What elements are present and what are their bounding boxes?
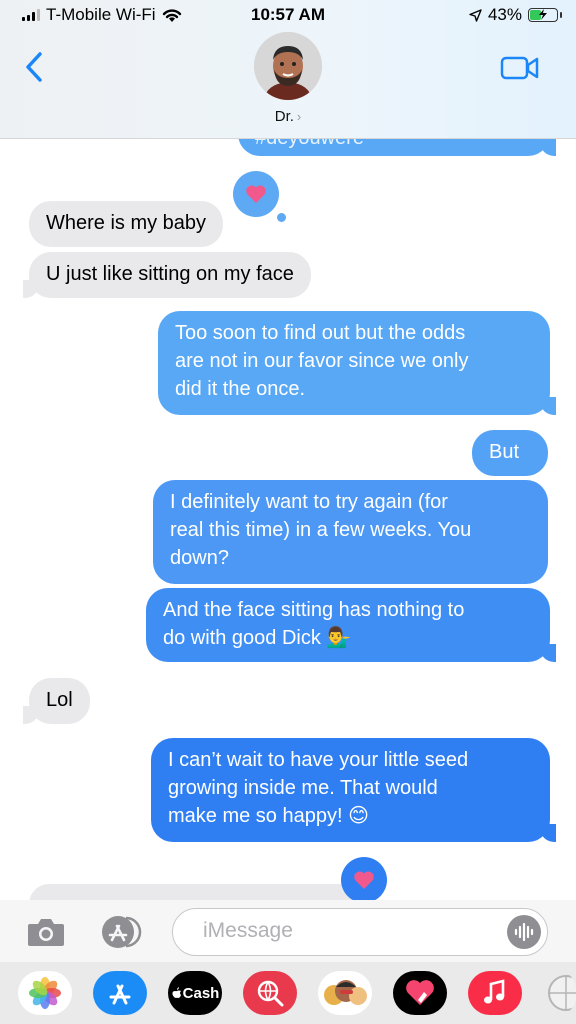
globe-search-icon — [257, 980, 284, 1007]
message-line: I definitely want to try again (for — [170, 491, 448, 513]
message-line: down? — [170, 547, 229, 569]
globe-partial-icon — [548, 975, 576, 1011]
heart-touch-icon — [406, 980, 434, 1005]
back-chevron-icon[interactable] — [20, 50, 50, 84]
location-arrow-icon — [469, 8, 482, 22]
message-line: Too soon to find out but the odds — [175, 322, 466, 344]
message-line: growing inside me. That would — [168, 777, 438, 799]
contact-name-button[interactable]: Dr. › — [0, 108, 576, 125]
memoji-stickers-icon[interactable] — [318, 971, 372, 1015]
message-bubble-sent[interactable]: But — [472, 430, 548, 476]
status-right: 43% — [469, 5, 562, 25]
message-bubble-sent[interactable]: I can’t wait to have your little seed gr… — [151, 738, 556, 842]
digital-touch-icon[interactable] — [393, 971, 447, 1015]
message-text: But — [489, 441, 520, 463]
message-text: Lol — [46, 689, 73, 711]
facetime-video-icon[interactable] — [500, 54, 540, 82]
audio-message-button[interactable] — [507, 915, 541, 949]
message-line: did it the once. — [175, 378, 306, 400]
tapback-heart[interactable] — [233, 171, 286, 222]
status-bar: T-Mobile Wi-Fi 10:57 AM 43% — [0, 0, 576, 30]
app-store-icon[interactable] — [93, 971, 147, 1015]
more-apps-icon[interactable] — [540, 971, 576, 1015]
message-bubble-sent[interactable]: I definitely want to try again (for real… — [153, 480, 548, 584]
memoji-faces-icon — [324, 980, 367, 1005]
message-text: Where is my baby — [46, 212, 207, 234]
apple-cash-icon[interactable]: Cash — [168, 971, 222, 1015]
music-note-icon — [484, 979, 505, 1004]
message-line: make me so happy! 😊 — [168, 805, 369, 827]
images-search-icon[interactable] — [243, 971, 297, 1015]
message-line: I can’t wait to have your little seed — [168, 749, 469, 771]
message-line: real this time) in a few weeks. You — [170, 519, 472, 541]
waveform-icon — [514, 922, 534, 942]
music-app-icon[interactable] — [468, 971, 522, 1015]
contact-name: Dr. — [274, 108, 294, 125]
message-bubble-received[interactable]: Where is my baby — [29, 201, 224, 247]
tapback-heart[interactable] — [341, 857, 387, 903]
app-store-drawer-icon[interactable] — [96, 914, 146, 950]
message-line: do with good Dick 💁‍♂️ — [163, 627, 352, 649]
message-line: And the face sitting has nothing to — [163, 599, 465, 621]
apple-cash-label: Cash — [182, 984, 220, 1002]
message-input-placeholder: iMessage — [203, 919, 293, 942]
battery-icon — [528, 8, 562, 22]
message-text: U just like sitting on my face — [46, 263, 294, 285]
message-bubble-sent[interactable]: Too soon to find out but the odds are no… — [158, 311, 556, 415]
heart-icon — [354, 871, 374, 889]
message-bubble-received[interactable]: U just like sitting on my face — [23, 252, 311, 298]
message-input[interactable]: iMessage — [172, 908, 548, 956]
message-line: are not in our favor since we only — [175, 350, 469, 372]
memoji-avatar-icon — [254, 32, 322, 100]
camera-icon[interactable] — [26, 916, 66, 948]
photos-app-icon[interactable] — [18, 971, 72, 1015]
heart-icon — [246, 185, 266, 203]
photos-flower-icon — [29, 977, 61, 1009]
battery-percent: 43% — [487, 5, 522, 24]
message-bubble-sent[interactable]: And the face sitting has nothing to do w… — [146, 588, 556, 662]
chevron-right-icon: › — [296, 109, 302, 124]
conversation-header: T-Mobile Wi-Fi 10:57 AM 43% Dr. › — [0, 0, 576, 139]
message-bubble-received[interactable]: Lol — [23, 678, 90, 724]
apple-logo-icon — [172, 987, 181, 998]
contact-avatar[interactable] — [254, 32, 322, 100]
app-store-a-icon — [109, 984, 131, 1005]
